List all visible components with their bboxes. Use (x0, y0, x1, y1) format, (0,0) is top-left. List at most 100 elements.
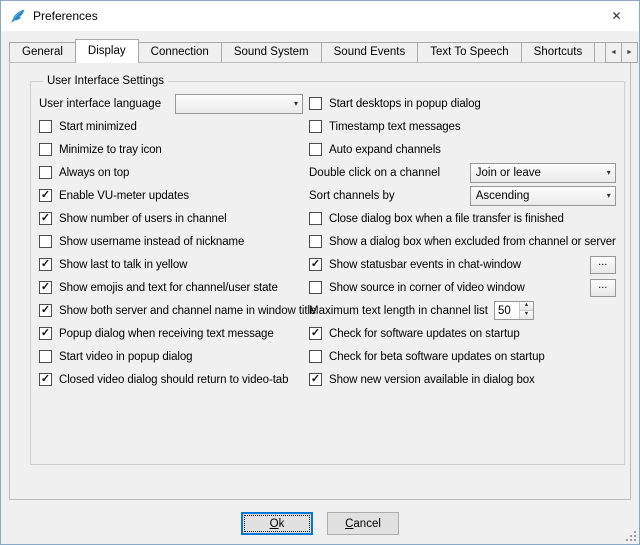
label-show-source-in-corner-of-video-window: Show source in corner of video window (329, 282, 525, 294)
tab-scroll-left-button[interactable]: ◄ (605, 42, 622, 63)
label-user-interface-language: User interface language (39, 98, 161, 110)
row-show-source-in-corner-of-video-window: Show source in corner of video window... (309, 279, 616, 296)
row-minimize-to-tray-icon: Minimize to tray icon (39, 141, 303, 158)
row-close-dialog-box-when-a-file-transfer-is-finished: Close dialog box when a file transfer is… (309, 210, 616, 227)
resize-grip[interactable] (624, 529, 637, 542)
label-auto-expand-channels: Auto expand channels (329, 144, 441, 156)
label-maximum-text-length-in-channel-list: Maximum text length in channel list (309, 305, 488, 317)
label-popup-dialog-when-receiving-text-message: Popup dialog when receiving text message (59, 328, 274, 340)
chevron-down-icon: ▾ (294, 100, 298, 108)
label-show-both-server-and-channel-name-in-window-title: Show both server and channel name in win… (59, 305, 316, 317)
row-closed-video-dialog-should-return-to-video-tab: ✓ Closed video dialog should return to vi… (39, 371, 303, 388)
preferences-window: Preferences ✕ GeneralDisplayConnectionSo… (0, 0, 640, 545)
tab-text-to-speech[interactable]: Text To Speech (417, 42, 521, 63)
checkbox-timestamp-text-messages[interactable] (309, 120, 322, 133)
checkbox-start-desktops-in-popup-dialog[interactable] (309, 97, 322, 110)
label-show-statusbar-events-in-chat-window: Show statusbar events in chat-window (329, 259, 521, 271)
cancel-button-label: Cancel (345, 518, 381, 530)
checkbox-auto-expand-channels[interactable] (309, 143, 322, 156)
chevron-down-icon: ▾ (607, 169, 611, 177)
row-check-for-beta-software-updates-on-startup: Check for beta software updates on start… (309, 348, 616, 365)
checkbox-check-for-beta-software-updates-on-startup[interactable] (309, 350, 322, 363)
checkbox-show-new-version-available-in-dialog-box[interactable]: ✓ (309, 373, 322, 386)
spinner-maximum-text-length-in-channel-list[interactable]: 50▲▼ (494, 301, 534, 320)
settings-columns: User interface language ▾ Start minimized M… (37, 91, 618, 398)
row-show-statusbar-events-in-chat-window: ✓ Show statusbar events in chat-window... (309, 256, 616, 273)
group-title: User Interface Settings (43, 75, 168, 87)
checkbox-show-statusbar-events-in-chat-window[interactable]: ✓ (309, 258, 322, 271)
row-timestamp-text-messages: Timestamp text messages (309, 118, 616, 135)
row-double-click-on-a-channel: Double click on a channel Join or leave ▾ (309, 164, 616, 181)
checkbox-popup-dialog-when-receiving-text-message[interactable]: ✓ (39, 327, 52, 340)
checkbox-show-a-dialog-box-when-excluded-from-channel-or-server[interactable] (309, 235, 322, 248)
checkbox-close-dialog-box-when-a-file-transfer-is-finished[interactable] (309, 212, 322, 225)
more-button-show-statusbar-events-in-chat-window[interactable]: ... (590, 256, 616, 274)
tab-sound-system[interactable]: Sound System (221, 42, 322, 63)
checkbox-check-for-software-updates-on-startup[interactable]: ✓ (309, 327, 322, 340)
tab-sound-events[interactable]: Sound Events (321, 42, 419, 63)
label-show-new-version-available-in-dialog-box: Show new version available in dialog box (329, 374, 535, 386)
spinner-up-button[interactable]: ▲ (520, 302, 533, 310)
dropdown-user-interface-language[interactable]: ▾ (175, 94, 303, 114)
label-start-minimized: Start minimized (59, 121, 137, 133)
checkbox-start-minimized[interactable] (39, 120, 52, 133)
label-start-video-in-popup-dialog: Start video in popup dialog (59, 351, 192, 363)
row-start-desktops-in-popup-dialog: Start desktops in popup dialog (309, 95, 616, 112)
checkbox-minimize-to-tray-icon[interactable] (39, 143, 52, 156)
spinner-down-button[interactable]: ▼ (520, 310, 533, 319)
label-show-username-instead-of-nickname: Show username instead of nickname (59, 236, 244, 248)
ok-button[interactable]: Ok (241, 512, 313, 535)
row-sort-channels-by: Sort channels by Ascending▾ (309, 187, 616, 204)
tab-display[interactable]: Display (75, 39, 139, 63)
tab-shortcuts[interactable]: Shortcuts (521, 42, 596, 63)
label-check-for-software-updates-on-startup: Check for software updates on startup (329, 328, 520, 340)
row-show-both-server-and-channel-name-in-window-title: ✓Show both server and channel name in wi… (39, 302, 303, 319)
checkbox-closed-video-dialog-should-return-to-video-tab[interactable]: ✓ (39, 373, 52, 386)
user-interface-settings-group: User Interface Settings User interface l… (30, 75, 625, 465)
checkbox-always-on-top[interactable] (39, 166, 52, 179)
checkbox-start-video-in-popup-dialog[interactable] (39, 350, 52, 363)
right-column: Start desktops in popup dialog Timestamp … (309, 95, 616, 394)
label-check-for-beta-software-updates-on-startup: Check for beta software updates on start… (329, 351, 545, 363)
checkbox-show-source-in-corner-of-video-window[interactable] (309, 281, 322, 294)
label-double-click-on-a-channel: Double click on a channel (309, 167, 440, 179)
checkbox-show-username-instead-of-nickname[interactable] (39, 235, 52, 248)
label-show-last-to-talk-in-yellow: Show last to talk in yellow (59, 259, 187, 271)
label-sort-channels-by: Sort channels by (309, 190, 395, 202)
more-button-show-source-in-corner-of-video-window[interactable]: ... (590, 279, 616, 297)
checkbox-enable-vu-meter-updates[interactable]: ✓ (39, 189, 52, 202)
tab-connection[interactable]: Connection (138, 42, 222, 63)
label-enable-vu-meter-updates: Enable VU-meter updates (59, 190, 189, 202)
label-show-a-dialog-box-when-excluded-from-channel-or-server: Show a dialog box when excluded from cha… (329, 236, 616, 248)
close-button[interactable]: ✕ (594, 1, 639, 31)
checkbox-show-number-of-users-in-channel[interactable]: ✓ (39, 212, 52, 225)
label-start-desktops-in-popup-dialog: Start desktops in popup dialog (329, 98, 481, 110)
row-show-emojis-and-text-for-channel-user-state: ✓Show emojis and text for channel/user s… (39, 279, 303, 296)
dropdown-value-sort-channels-by: Ascending (476, 190, 603, 202)
row-show-new-version-available-in-dialog-box: ✓ Show new version available in dialog bo… (309, 371, 616, 388)
checkbox-show-both-server-and-channel-name-in-window-title[interactable]: ✓ (39, 304, 52, 317)
cancel-button[interactable]: Cancel (327, 512, 399, 535)
spinner-value: 50 (495, 302, 519, 319)
row-start-minimized: Start minimized (39, 118, 303, 135)
label-closed-video-dialog-should-return-to-video-tab: Closed video dialog should return to vid… (59, 374, 288, 386)
row-start-video-in-popup-dialog: Start video in popup dialog (39, 348, 303, 365)
row-user-interface-language: User interface language ▾ (39, 95, 303, 112)
dropdown-double-click-on-a-channel[interactable]: Join or leave ▾ (470, 163, 616, 183)
checkbox-show-emojis-and-text-for-channel-user-state[interactable]: ✓ (39, 281, 52, 294)
label-close-dialog-box-when-a-file-transfer-is-finished: Close dialog box when a file transfer is… (329, 213, 564, 225)
display-tab-panel: User Interface Settings User interface l… (9, 62, 631, 500)
dropdown-sort-channels-by[interactable]: Ascending▾ (470, 186, 616, 206)
row-maximum-text-length-in-channel-list: Maximum text length in channel list 50▲▼ (309, 302, 616, 319)
row-show-a-dialog-box-when-excluded-from-channel-or-server: Show a dialog box when excluded from cha… (309, 233, 616, 250)
tab-general[interactable]: General (9, 42, 76, 63)
spinner-buttons: ▲▼ (519, 302, 533, 319)
tab-scroll-right-button[interactable]: ► (621, 42, 638, 63)
tab-scroll-control: ◄ ► (605, 42, 638, 63)
titlebar: Preferences ✕ (1, 1, 639, 31)
dropdown-value-double-click-on-a-channel: Join or leave (476, 167, 603, 179)
checkbox-show-last-to-talk-in-yellow[interactable]: ✓ (39, 258, 52, 271)
row-auto-expand-channels: Auto expand channels (309, 141, 616, 158)
footer: Ok Cancel (1, 512, 639, 535)
row-popup-dialog-when-receiving-text-message: ✓ Popup dialog when receiving text messag… (39, 325, 303, 342)
